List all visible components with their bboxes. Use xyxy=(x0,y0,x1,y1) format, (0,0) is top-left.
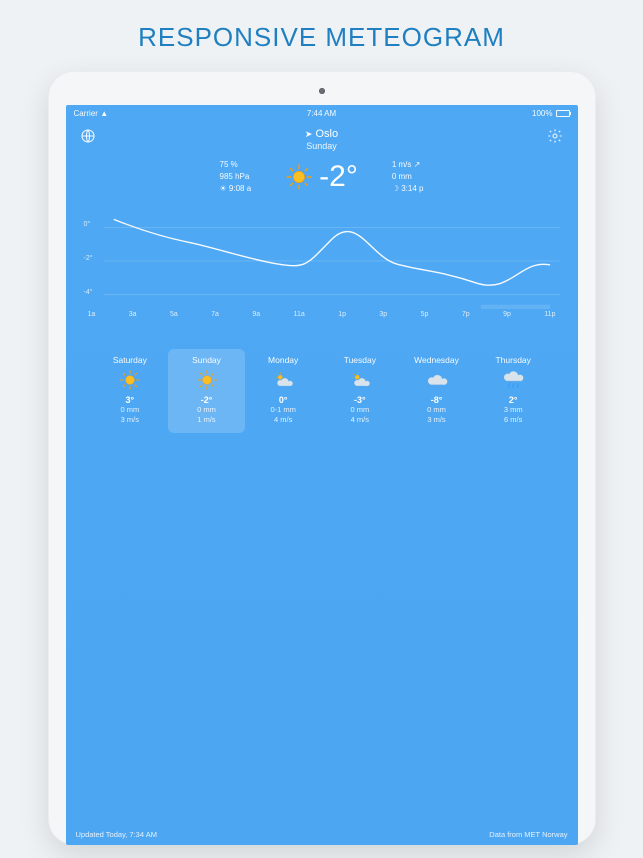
cloud-icon xyxy=(442,255,458,271)
pressure-value: 985 hPa xyxy=(220,171,252,183)
forecast-wind: 6 m/s xyxy=(477,415,550,425)
battery-label: 100% xyxy=(532,109,552,118)
wind-value: 1 m/s ↗ xyxy=(392,159,424,171)
cloud-icon xyxy=(487,259,503,275)
location-arrow-icon: ➤ xyxy=(305,129,313,140)
sun-icon xyxy=(309,233,325,249)
forecast-wind: 4 m/s xyxy=(247,415,320,425)
x-tick: 9a xyxy=(252,311,260,318)
forecast-precip: 0 mm xyxy=(170,405,243,415)
moon-icon xyxy=(224,237,240,253)
chart-svg xyxy=(84,209,560,309)
precip-value: 0 mm xyxy=(392,171,424,183)
x-tick: 7p xyxy=(462,311,470,318)
conditions-left: 75 % 985 hPa ☀ 9:08 a xyxy=(220,159,252,195)
current-temp: -2° xyxy=(319,160,358,194)
statusbar-time: 7:44 AM xyxy=(307,109,336,118)
humidity-value: 75 % xyxy=(220,159,252,171)
x-tick: 11a xyxy=(294,311,305,318)
partly-icon xyxy=(349,369,371,391)
partly-icon xyxy=(272,369,294,391)
forecast-precip: 3 mm xyxy=(477,405,550,415)
x-tick: 11p xyxy=(544,311,555,318)
x-tick: 3p xyxy=(379,311,387,318)
x-tick: 7a xyxy=(211,311,219,318)
moon-icon xyxy=(105,209,121,217)
forecast-wind: 3 m/s xyxy=(400,415,473,425)
y-tick: -4° xyxy=(84,289,93,296)
updated-label: Updated Today, 7:34 AM xyxy=(76,830,157,839)
forecast-day-label: Saturday xyxy=(94,355,167,365)
globe-icon[interactable] xyxy=(80,128,96,144)
forecast-day-label: Monday xyxy=(247,355,320,365)
forecast-temp: -2° xyxy=(170,395,243,405)
forecast-temp: -3° xyxy=(324,395,397,405)
forecast-precip: 0 mm xyxy=(94,405,167,415)
sun-icon xyxy=(119,369,141,391)
forecast-temp: -8° xyxy=(400,395,473,405)
x-axis-labels: 1a 3a 5a 7a 9a 11a 1p 3p 5p 7p 9p 11p xyxy=(84,311,560,318)
x-tick: 5a xyxy=(170,311,178,318)
forecast-wind: 3 m/s xyxy=(94,415,167,425)
data-source-label: Data from MET Norway xyxy=(489,830,567,839)
meteogram-chart[interactable]: 0° -2° -4° 1a 3a 5a 7a 9a 11a 1p 3p 5p 7p 9p 11p xyxy=(84,209,560,339)
sun-icon xyxy=(196,369,218,391)
x-tick: 1p xyxy=(338,311,346,318)
moon-icon xyxy=(269,246,285,262)
forecast-temp: 2° xyxy=(477,395,550,405)
y-tick: -2° xyxy=(84,255,93,262)
moon-icon xyxy=(185,224,201,240)
forecast-precip: 0 mm xyxy=(324,405,397,415)
battery-icon xyxy=(556,110,570,117)
x-tick: 1a xyxy=(88,311,96,318)
sun-icon xyxy=(328,213,344,229)
forecast-row: Saturday 3° 0 mm 3 m/s Sunday -2° 0 mm 1… xyxy=(92,349,552,433)
forecast-wind: 1 m/s xyxy=(170,415,243,425)
forecast-day-label: Tuesday xyxy=(324,355,397,365)
carrier-label: Carrier ▲ xyxy=(74,109,109,118)
sunrise-value: ☀ 9:08 a xyxy=(220,183,252,195)
conditions-right: 1 m/s ↗ 0 mm ☽ 3:14 p xyxy=(392,159,424,195)
forecast-card-tuesday[interactable]: Tuesday -3° 0 mm 4 m/s xyxy=(322,349,399,433)
current-day-label: Sunday xyxy=(305,141,338,151)
tablet-frame: Carrier ▲ 7:44 AM 100% ➤Oslo Sunday xyxy=(48,71,596,845)
sun-icon xyxy=(368,237,384,253)
sun-icon xyxy=(285,163,313,191)
forecast-card-sunday[interactable]: Sunday -2° 0 mm 1 m/s xyxy=(168,349,245,433)
forecast-day-label: Sunday xyxy=(170,355,243,365)
forecast-card-wednesday[interactable]: Wednesday -8° 0 mm 3 m/s xyxy=(398,349,475,433)
forecast-temp: 3° xyxy=(94,395,167,405)
city-label: ➤Oslo xyxy=(305,128,338,140)
forecast-card-thursday[interactable]: Thursday 2° 3 mm 6 m/s xyxy=(475,349,552,433)
app-screen: Carrier ▲ 7:44 AM 100% ➤Oslo Sunday xyxy=(66,105,578,845)
sunset-value: ☽ 3:14 p xyxy=(392,183,424,195)
rain-icon xyxy=(502,369,524,391)
gear-icon[interactable] xyxy=(547,128,563,144)
wifi-icon: ▲ xyxy=(100,109,108,118)
forecast-temp: 0° xyxy=(247,395,320,405)
forecast-precip: 0 mm xyxy=(400,405,473,415)
forecast-card-saturday[interactable]: Saturday 3° 0 mm 3 m/s xyxy=(92,349,169,433)
status-bar: Carrier ▲ 7:44 AM 100% xyxy=(66,105,578,122)
page-title: RESPONSIVE METEOGRAM xyxy=(0,0,643,71)
moon-icon xyxy=(145,213,161,229)
partly-icon xyxy=(403,247,419,263)
x-tick: 5p xyxy=(421,311,429,318)
forecast-day-label: Wednesday xyxy=(400,355,473,365)
current-conditions: 75 % 985 hPa ☀ 9:08 a -2° 1 m/s ↗ 0 mm ☽… xyxy=(66,159,578,195)
forecast-day-label: Thursday xyxy=(477,355,550,365)
cloud-icon xyxy=(426,369,448,391)
y-tick: 0° xyxy=(84,221,91,228)
forecast-card-monday[interactable]: Monday 0° 0-1 mm 4 m/s xyxy=(245,349,322,433)
forecast-wind: 4 m/s xyxy=(324,415,397,425)
x-tick: 9p xyxy=(503,311,511,318)
forecast-precip: 0-1 mm xyxy=(247,405,320,415)
x-tick: 3a xyxy=(129,311,137,318)
cloud-icon xyxy=(527,247,543,263)
camera-icon xyxy=(319,88,325,94)
